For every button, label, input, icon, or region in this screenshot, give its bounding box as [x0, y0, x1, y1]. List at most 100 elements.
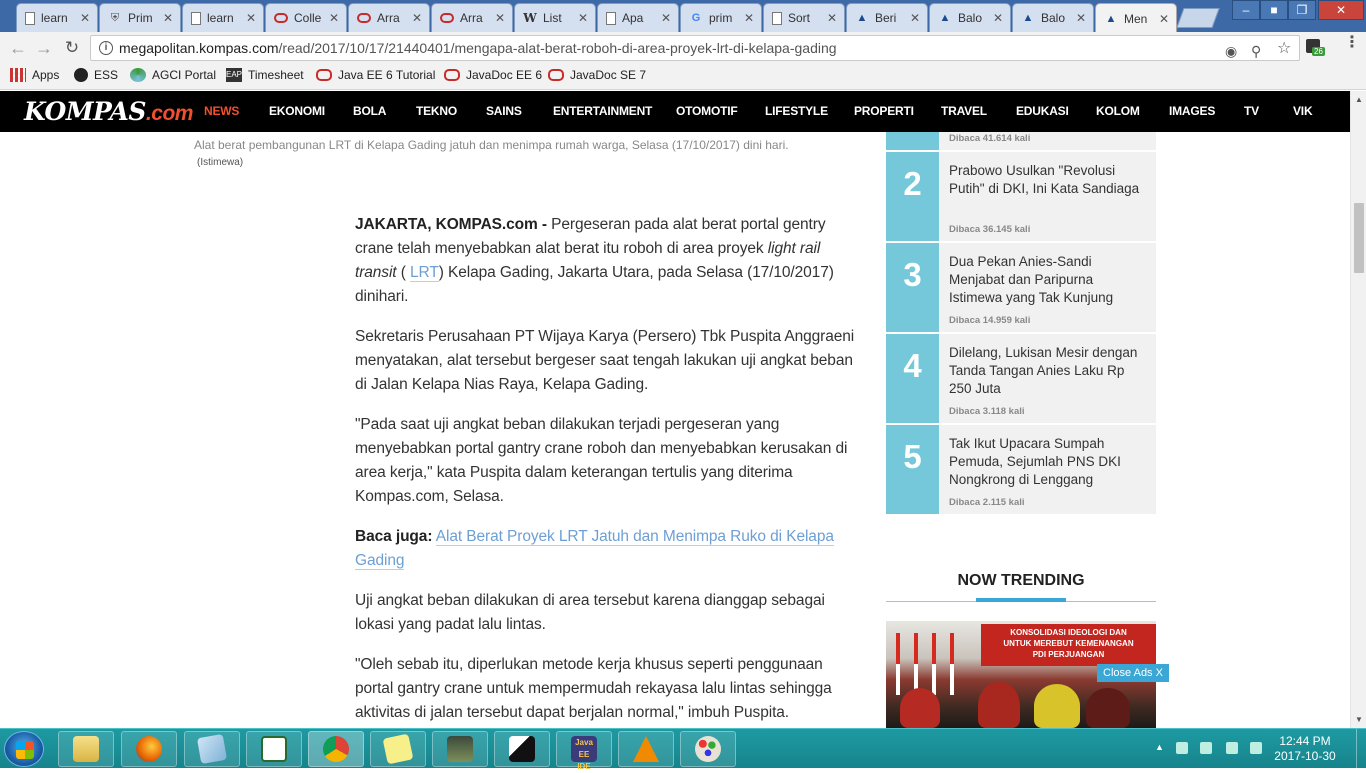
user-button[interactable]: ■ [1260, 0, 1288, 20]
taskbar-chrome[interactable] [308, 731, 364, 767]
taskbar-vlc[interactable] [618, 731, 674, 767]
close-tab-icon[interactable]: ✕ [243, 11, 259, 25]
close-tab-icon[interactable]: ✕ [741, 11, 757, 25]
close-tab-icon[interactable]: ✕ [1156, 12, 1172, 26]
scroll-up-icon[interactable]: ▲ [1355, 95, 1363, 104]
popular-title[interactable]: Dilelang, Lukisan Mesir dengan Tanda Tan… [949, 344, 1149, 398]
new-tab-button[interactable] [1176, 8, 1220, 28]
close-tab-icon[interactable]: ✕ [575, 11, 591, 25]
close-window-button[interactable]: ✕ [1318, 0, 1364, 20]
taskbar-java-ee-ide[interactable]: Java EE IDE [556, 731, 612, 771]
flag-icon[interactable] [1176, 742, 1188, 754]
nav-entertainment[interactable]: ENTERTAINMENT [553, 104, 652, 118]
close-tab-icon[interactable]: ✕ [658, 11, 674, 25]
bookmark-java-ee-6-tutorial[interactable]: Java EE 6 Tutorial [316, 68, 435, 82]
browser-tab[interactable]: Arra ✕ [348, 3, 430, 32]
network-icon[interactable] [1250, 742, 1262, 754]
close-tab-icon[interactable]: ✕ [326, 11, 342, 25]
nav-edukasi[interactable]: EDUKASI [1016, 104, 1069, 118]
browser-tab[interactable]: learn ✕ [182, 3, 264, 32]
bookmark-agci-portal[interactable]: AGCI Portal [130, 68, 216, 82]
nav-lifestyle[interactable]: LIFESTYLE [765, 104, 828, 118]
browser-tab[interactable]: ▲ Balo ✕ [1012, 3, 1094, 32]
reload-button[interactable]: ↻ [62, 38, 82, 58]
nav-tekno[interactable]: TEKNO [416, 104, 457, 118]
page-scrollbar[interactable]: ▲ ▼ [1350, 91, 1366, 728]
start-button[interactable] [4, 731, 44, 767]
close-ads-button[interactable]: Close Ads X [1097, 664, 1169, 682]
taskbar-photo-app[interactable] [494, 731, 550, 767]
cookie-icon[interactable]: ◉ [1225, 39, 1237, 63]
browser-tab[interactable]: ▲ Beri ✕ [846, 3, 928, 32]
close-tab-icon[interactable]: ✕ [77, 11, 93, 25]
popular-title[interactable]: Dua Pekan Anies-Sandi Menjabat dan Parip… [949, 253, 1149, 307]
taskbar-paint[interactable] [680, 731, 736, 767]
browser-tab[interactable]: Sort ✕ [763, 3, 845, 32]
zoom-icon[interactable]: ⚲ [1251, 39, 1261, 63]
browser-tab[interactable]: Colle ✕ [265, 3, 347, 32]
browser-tab[interactable]: ▲ Balo ✕ [929, 3, 1011, 32]
taskbar-chart-app[interactable] [246, 731, 302, 767]
taskbar-sticky-notes[interactable] [370, 731, 426, 767]
taskbar-firefox[interactable] [121, 731, 177, 767]
taskbar-notepad[interactable] [184, 731, 240, 767]
volume-icon[interactable] [1226, 742, 1238, 754]
bookmark-javadoc-ee-6[interactable]: JavaDoc EE 6 [444, 68, 542, 82]
kompas-logo[interactable]: KOMPAS.com [24, 97, 193, 126]
popular-title[interactable]: Tak Ikut Upacara Sumpah Pemuda, Sejumlah… [949, 435, 1149, 489]
device-icon[interactable] [1200, 742, 1212, 754]
browser-tab[interactable]: Apa ✕ [597, 3, 679, 32]
browser-tab[interactable]: ▲ Men ✕ [1095, 3, 1177, 33]
popular-item-5[interactable]: 5 Tak Ikut Upacara Sumpah Pemuda, Sejuml… [886, 425, 1156, 515]
close-tab-icon[interactable]: ✕ [824, 11, 840, 25]
nav-travel[interactable]: TRAVEL [941, 104, 987, 118]
maximize-button[interactable]: ❐ [1288, 0, 1316, 20]
popular-title[interactable]: Prabowo Usulkan "Revolusi Putih" di DKI,… [949, 162, 1149, 198]
nav-kolom[interactable]: KOLOM [1096, 104, 1140, 118]
nav-vik[interactable]: VIK [1293, 104, 1313, 118]
address-bar[interactable]: i megapolitan.kompas.com/read/2017/10/17… [90, 35, 1300, 61]
browser-tab[interactable]: Arra ✕ [431, 3, 513, 32]
show-desktop-button[interactable] [1356, 729, 1366, 769]
info-icon[interactable]: i [99, 41, 113, 55]
nav-tv[interactable]: TV [1244, 104, 1259, 118]
extension-icon[interactable]: 26 [1306, 39, 1325, 56]
scroll-thumb[interactable] [1354, 203, 1364, 273]
bookmark-apps[interactable]: Apps [10, 68, 59, 82]
close-tab-icon[interactable]: ✕ [907, 11, 923, 25]
close-tab-icon[interactable]: ✕ [160, 11, 176, 25]
close-tab-icon[interactable]: ✕ [492, 11, 508, 25]
close-tab-icon[interactable]: ✕ [1073, 11, 1089, 25]
back-button[interactable]: ← [8, 38, 28, 58]
popular-item-3[interactable]: 3 Dua Pekan Anies-Sandi Menjabat dan Par… [886, 243, 1156, 333]
popular-item-4[interactable]: 4 Dilelang, Lukisan Mesir dengan Tanda T… [886, 334, 1156, 424]
minimize-button[interactable]: – [1232, 0, 1260, 20]
system-clock[interactable]: 12:44 PM 2017-10-30 [1270, 734, 1340, 764]
bookmark-ess[interactable]: ESS [74, 68, 118, 82]
nav-news[interactable]: NEWS [204, 104, 239, 118]
close-tab-icon[interactable]: ✕ [409, 11, 425, 25]
baca-juga: Baca juga: Alat Berat Proyek LRT Jatuh d… [355, 525, 855, 573]
bookmark-javadoc-se-7[interactable]: JavaDoc SE 7 [548, 68, 646, 82]
close-tab-icon[interactable]: ✕ [990, 11, 1006, 25]
nav-ekonomi[interactable]: EKONOMI [269, 104, 325, 118]
browser-tab[interactable]: ⛨ Prim ✕ [99, 3, 181, 32]
nav-images[interactable]: IMAGES [1169, 104, 1215, 118]
nav-bola[interactable]: BOLA [353, 104, 386, 118]
nav-sains[interactable]: SAINS [486, 104, 522, 118]
forward-button[interactable]: → [34, 38, 54, 58]
taskbar-file-explorer[interactable] [58, 731, 114, 767]
nav-otomotif[interactable]: OTOMOTIF [676, 104, 738, 118]
bookmark-star-icon[interactable]: ☆ [1277, 37, 1291, 61]
browser-tab[interactable]: W List ✕ [514, 3, 596, 32]
nav-properti[interactable]: PROPERTI [854, 104, 914, 118]
chrome-menu-icon[interactable]: ⋮ [1344, 35, 1360, 51]
scroll-down-icon[interactable]: ▼ [1355, 715, 1363, 724]
lrt-link[interactable]: LRT [410, 264, 439, 282]
show-hidden-icons[interactable]: ▲ [1155, 742, 1164, 752]
browser-tab[interactable]: Gprim ✕ [680, 3, 762, 32]
browser-tab[interactable]: learn ✕ [16, 3, 98, 32]
bookmark-timesheet[interactable]: EAP Timesheet [226, 68, 304, 82]
taskbar-network-tool[interactable] [432, 731, 488, 767]
popular-item-2[interactable]: 2 Prabowo Usulkan "Revolusi Putih" di DK… [886, 152, 1156, 242]
